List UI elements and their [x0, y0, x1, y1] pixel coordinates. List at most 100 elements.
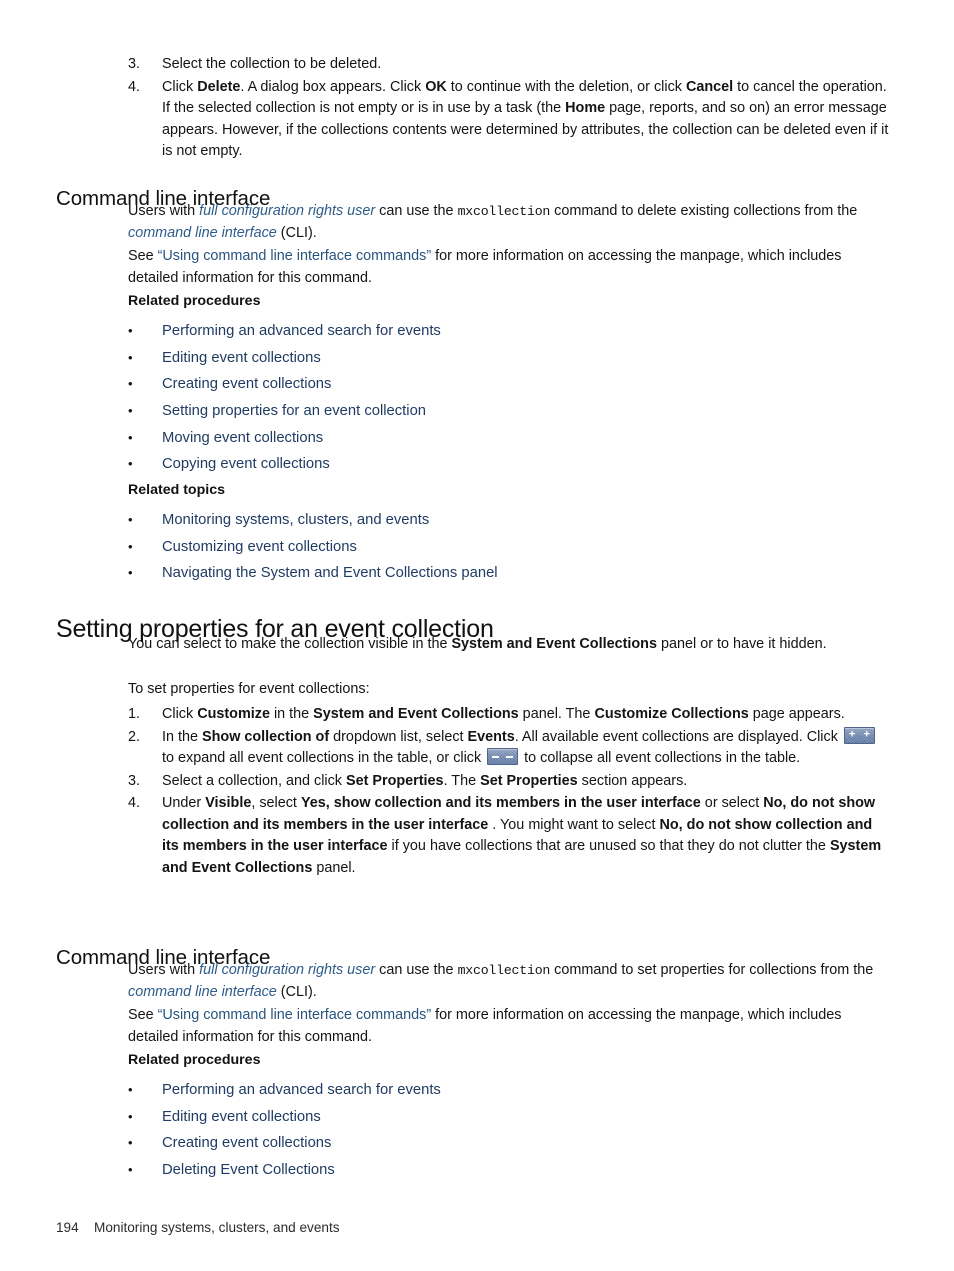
- body-text: panel or to have it hidden.: [656, 636, 827, 652]
- step-number: 1.: [128, 706, 141, 722]
- inline-link[interactable]: “Using command line interface commands”: [158, 1007, 432, 1023]
- command-name: mxcollection: [457, 204, 551, 219]
- link-moving-event-collections[interactable]: Moving event collections: [162, 425, 323, 452]
- bullet-icon: •: [128, 1162, 133, 1178]
- bullet-icon: •: [128, 1082, 133, 1097]
- related-procedures-list-2: • Performing an advanced search for even…: [128, 1077, 441, 1184]
- body-text: or select: [700, 795, 764, 811]
- body-text: page appears.: [748, 706, 845, 722]
- body-text: command to set properties for collection…: [550, 962, 874, 978]
- bullet-icon: •: [128, 456, 133, 472]
- body-text: Select a collection, and click: [162, 772, 346, 789]
- cli2-paragraph-1: Users with full configuration rights use…: [128, 960, 892, 1003]
- step-number: 4.: [128, 795, 141, 811]
- body-text: in the: [269, 706, 314, 722]
- inline-link[interactable]: “Using command line interface commands”: [158, 248, 432, 264]
- step-number: 3.: [128, 56, 141, 72]
- emphasis-text: Home: [565, 100, 606, 116]
- inline-link[interactable]: command line interface: [128, 225, 277, 241]
- bullet-icon: •: [128, 376, 133, 392]
- body-text: section appears.: [577, 772, 688, 789]
- main-intro-paragraph: You can select to make the collection vi…: [128, 634, 892, 656]
- body-text: to continue with the deletion, or click: [446, 78, 686, 95]
- list-item[interactable]: • Creating event collections: [128, 371, 441, 398]
- body-text: to expand all event collections in the t…: [162, 750, 486, 766]
- list-item: 4. Click Delete. A dialog box appears. C…: [128, 77, 892, 163]
- list-item: 1. Click Customize in the System and Eve…: [128, 704, 892, 726]
- body-text: See: [128, 248, 158, 264]
- bullet-icon: •: [128, 1135, 133, 1151]
- expand-all-icon[interactable]: + +: [843, 726, 875, 744]
- inline-link[interactable]: full configuration rights user: [199, 203, 375, 219]
- main-lead-in-text: To set properties for event collections:: [128, 681, 370, 697]
- link-copying-event-collections[interactable]: Copying event collections: [162, 451, 330, 478]
- link-editing-event-collections[interactable]: Editing event collections: [162, 345, 321, 372]
- emphasis-text: Show collection of: [202, 728, 330, 745]
- list-item[interactable]: • Moving event collections: [128, 425, 441, 452]
- body-text: In the: [162, 728, 203, 745]
- command-name: mxcollection: [457, 963, 551, 978]
- list-item[interactable]: • Deleting Event Collections: [128, 1157, 441, 1184]
- link-creating-event-collections[interactable]: Creating event collections: [162, 371, 331, 398]
- page-number: 194: [56, 1220, 79, 1235]
- plus-glyph: +: [848, 728, 856, 741]
- body-text: Click: [162, 706, 198, 722]
- step-text: In the Show collection of dropdown list,…: [162, 726, 892, 770]
- list-item[interactable]: • Editing event collections: [128, 345, 441, 372]
- emphasis-text: Set Properties: [345, 772, 444, 789]
- related-procedures-heading-1: Related procedures: [128, 293, 261, 309]
- body-text: command to delete existing collections f…: [550, 203, 858, 219]
- link-editing-event-collections-2[interactable]: Editing event collections: [162, 1104, 321, 1131]
- body-text: can use the: [375, 962, 458, 978]
- collapse-all-icon[interactable]: [487, 748, 519, 765]
- list-item: 3. Select a collection, and click Set Pr…: [128, 771, 892, 793]
- inline-link[interactable]: full configuration rights user: [199, 962, 375, 978]
- emphasis-text: Events: [467, 728, 515, 745]
- body-text: Select the collection to be deleted.: [162, 56, 382, 72]
- emphasis-text: Set Properties: [480, 772, 578, 789]
- step-text: Click Customize in the System and Event …: [162, 704, 892, 726]
- body-text: (CLI).: [276, 224, 317, 241]
- list-item: 4. Under Visible, select Yes, show colle…: [128, 793, 892, 879]
- minus-glyph: [492, 755, 500, 758]
- inline-link[interactable]: command line interface: [128, 984, 277, 1000]
- emphasis-text: System and Event Collections: [313, 706, 519, 722]
- body-text: . A dialog box appears. Click: [240, 78, 426, 95]
- list-item[interactable]: • Customizing event collections: [128, 534, 498, 561]
- link-creating-event-collections-2[interactable]: Creating event collections: [162, 1130, 331, 1157]
- related-topics-heading: Related topics: [128, 482, 225, 498]
- link-navigating-the-system-and-event-collections-panel[interactable]: Navigating the System and Event Collecti…: [162, 560, 498, 587]
- emphasis-text: System and Event Collections: [451, 636, 657, 652]
- link-performing-an-advanced-search-for-events[interactable]: Performing an advanced search for events: [162, 318, 441, 345]
- link-deleting-event-collections[interactable]: Deleting Event Collections: [162, 1157, 335, 1184]
- step-text: Select the collection to be deleted.: [162, 54, 892, 76]
- link-setting-properties-for-an-event-collection[interactable]: Setting properties for an event collecti…: [162, 398, 426, 425]
- page-footer: 194 Monitoring systems, clusters, and eve…: [56, 1220, 340, 1235]
- body-text: (CLI).: [276, 983, 317, 1000]
- list-item[interactable]: • Setting properties for an event collec…: [128, 398, 441, 425]
- list-item[interactable]: • Navigating the System and Event Collec…: [128, 560, 498, 587]
- bullet-icon: •: [128, 323, 133, 338]
- body-text: , select: [251, 795, 301, 811]
- body-text: dropdown list, select: [329, 728, 468, 745]
- link-customizing-event-collections[interactable]: Customizing event collections: [162, 534, 357, 561]
- list-item[interactable]: • Performing an advanced search for even…: [128, 318, 441, 345]
- list-item[interactable]: • Editing event collections: [128, 1104, 441, 1131]
- link-monitoring-systems-clusters-and-events[interactable]: Monitoring systems, clusters, and events: [162, 507, 429, 534]
- list-item[interactable]: • Performing an advanced search for even…: [128, 1077, 441, 1104]
- body-text: . The: [443, 772, 481, 789]
- bullet-icon: •: [128, 565, 133, 581]
- link-performing-an-advanced-search-for-events-2[interactable]: Performing an advanced search for events: [162, 1077, 441, 1104]
- body-text: Under: [162, 795, 206, 811]
- body-text: Users with: [128, 203, 200, 219]
- related-procedures-list-1: • Performing an advanced search for even…: [128, 318, 441, 478]
- emphasis-text: Customize: [197, 706, 270, 722]
- body-text: if you have collections that are unused …: [387, 838, 830, 854]
- minus-glyph: [506, 755, 514, 758]
- body-text: to collapse all event collections in the…: [520, 750, 801, 766]
- list-item[interactable]: • Copying event collections: [128, 451, 441, 478]
- list-item[interactable]: • Creating event collections: [128, 1130, 441, 1157]
- list-item[interactable]: • Monitoring systems, clusters, and even…: [128, 507, 498, 534]
- bullet-icon: •: [128, 512, 133, 527]
- bullet-icon: •: [128, 429, 133, 445]
